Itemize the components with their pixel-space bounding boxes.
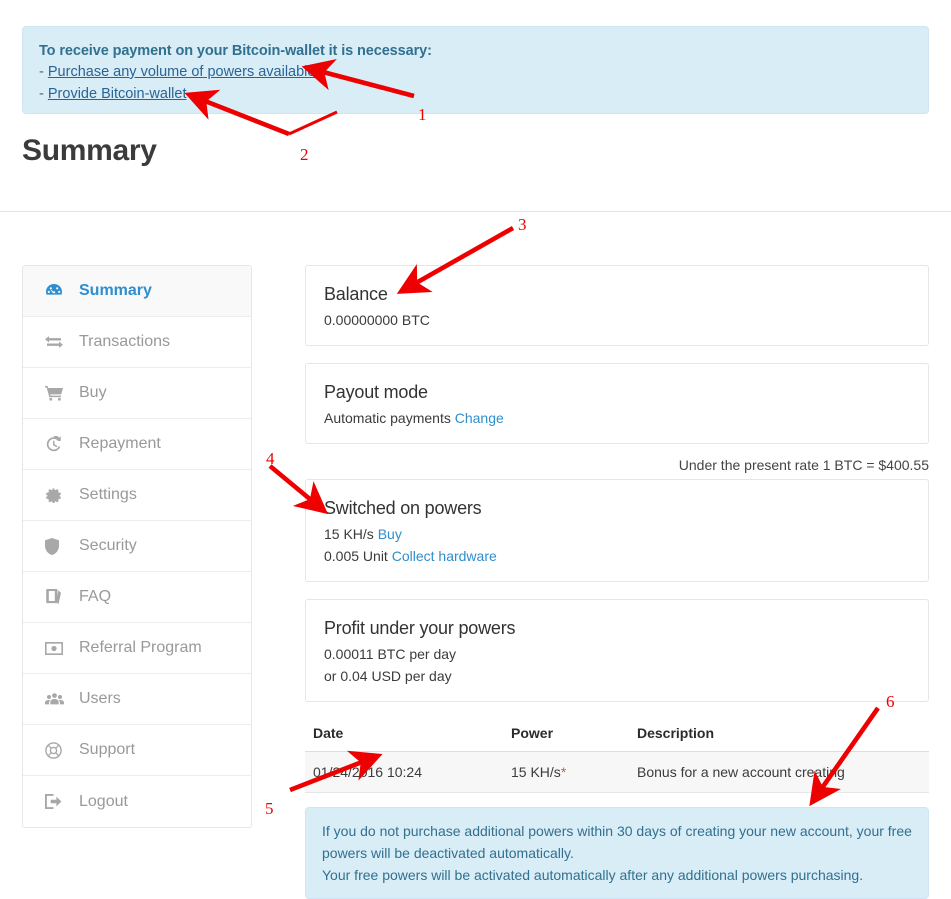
cell-power: 15 KH/s* [503, 751, 629, 793]
balance-panel: Balance 0.00000000 BTC [305, 265, 929, 346]
sidebar-item-label: Buy [79, 384, 107, 401]
sidebar-item-logout[interactable]: Logout [23, 776, 251, 827]
sidebar-item-label: Settings [79, 486, 137, 503]
sidebar-item-repayment[interactable]: Repayment [23, 419, 251, 470]
page-title: Summary [22, 134, 157, 167]
cell-description: Bonus for a new account creating [629, 751, 929, 793]
sidebar-item-label: Users [79, 690, 121, 707]
shield-icon [45, 537, 71, 555]
provide-wallet-link[interactable]: Provide Bitcoin-wallet [48, 86, 187, 102]
sidebar-item-transactions[interactable]: Transactions [23, 317, 251, 368]
sidebar: Summary Transactions Buy Repayment Setti… [22, 265, 252, 828]
free-powers-notice: If you do not purchase additional powers… [305, 807, 929, 899]
collect-hardware-link[interactable]: Collect hardware [392, 548, 497, 564]
annotation-number-5: 5 [265, 799, 274, 818]
cart-icon [45, 384, 71, 402]
bullet-dash: - [39, 86, 44, 102]
free-powers-notice-line-1: If you do not purchase additional powers… [322, 823, 912, 861]
sidebar-item-summary[interactable]: Summary [23, 266, 251, 317]
lifering-icon [45, 741, 71, 759]
free-powers-notice-line-2: Your free powers will be activated autom… [322, 867, 864, 883]
hashrate-value: 15 KH/s [324, 526, 374, 542]
sidebar-item-label: FAQ [79, 588, 112, 605]
title-divider [0, 211, 951, 212]
sidebar-item-users[interactable]: Users [23, 674, 251, 725]
exchange-icon [45, 333, 71, 351]
footnote-asterisk: * [560, 764, 567, 780]
payout-mode-panel: Payout mode Automatic payments Change [305, 363, 929, 444]
payout-mode-title: Payout mode [324, 382, 428, 402]
dashboard-icon [45, 282, 71, 300]
sidebar-item-support[interactable]: Support [23, 725, 251, 776]
sidebar-item-settings[interactable]: Settings [23, 470, 251, 521]
annotation-number-4: 4 [266, 449, 275, 468]
sidebar-item-label: Transactions [79, 333, 170, 350]
units-row: 0.005 Unit Collect hardware [324, 545, 910, 567]
buy-power-link[interactable]: Buy [378, 526, 402, 542]
cell-power-value: 15 KH/s [511, 764, 561, 780]
cell-date: 01/24/2016 10:24 [305, 751, 503, 793]
column-header-power: Power [503, 719, 629, 752]
annotation-number-2: 2 [300, 145, 309, 164]
sidebar-item-referral-program[interactable]: Referral Program [23, 623, 251, 674]
sidebar-item-faq[interactable]: FAQ [23, 572, 251, 623]
profit-usd: or 0.04 USD per day [324, 668, 452, 684]
users-icon [45, 690, 71, 708]
payout-mode-value: Automatic payments [324, 410, 451, 426]
payout-change-link[interactable]: Change [455, 410, 504, 426]
sidebar-item-label: Referral Program [79, 639, 202, 656]
switched-on-powers-title: Switched on powers [324, 498, 482, 518]
sidebar-item-buy[interactable]: Buy [23, 368, 251, 419]
column-header-date: Date [305, 719, 503, 752]
hashrate-row: 15 KH/s Buy [324, 523, 910, 545]
exchange-rate-note: Under the present rate 1 BTC = $400.55 [678, 457, 929, 473]
sidebar-item-security[interactable]: Security [23, 521, 251, 572]
profit-panel: Profit under your powers 0.00011 BTC per… [305, 599, 929, 702]
units-value: 0.005 Unit [324, 548, 388, 564]
requirements-alert: To receive payment on your Bitcoin-walle… [22, 26, 929, 114]
annotation-arrow-2-tail [288, 110, 338, 136]
profit-btc: 0.00011 BTC per day [324, 646, 457, 662]
column-header-description: Description [629, 719, 929, 752]
gear-icon [45, 486, 71, 504]
sidebar-item-label: Summary [79, 282, 152, 299]
sidebar-item-label: Security [79, 537, 137, 554]
powers-history-table: Date Power Description 01/24/2016 10:24 … [305, 719, 929, 793]
bullet-dash: - [39, 64, 44, 80]
balance-title: Balance [324, 284, 388, 304]
sidebar-item-label: Support [79, 741, 136, 758]
purchase-powers-link[interactable]: Purchase any volume of powers available [48, 64, 316, 80]
requirement-line-1: - Purchase any volume of powers availabl… [39, 61, 912, 83]
sidebar-item-label: Logout [79, 792, 128, 810]
requirements-alert-title: To receive payment on your Bitcoin-walle… [39, 43, 432, 59]
sidebar-item-label: Repayment [79, 435, 161, 452]
payout-mode-row: Automatic payments Change [324, 407, 910, 429]
main-content: Balance 0.00000000 BTC Payout mode Autom… [305, 265, 929, 899]
annotation-number-3: 3 [518, 215, 527, 234]
balance-value: 0.00000000 BTC [324, 312, 430, 328]
switched-on-powers-panel: Switched on powers 15 KH/s Buy 0.005 Uni… [305, 479, 929, 582]
history-icon [45, 435, 71, 453]
table-row: 01/24/2016 10:24 15 KH/s* Bonus for a ne… [305, 751, 929, 793]
money-bill-icon [45, 639, 71, 657]
profit-title: Profit under your powers [324, 618, 516, 638]
book-icon [45, 588, 71, 606]
table-header-row: Date Power Description [305, 719, 929, 752]
requirement-line-2: - Provide Bitcoin-wallet [39, 83, 912, 105]
sign-out-icon [45, 793, 71, 811]
